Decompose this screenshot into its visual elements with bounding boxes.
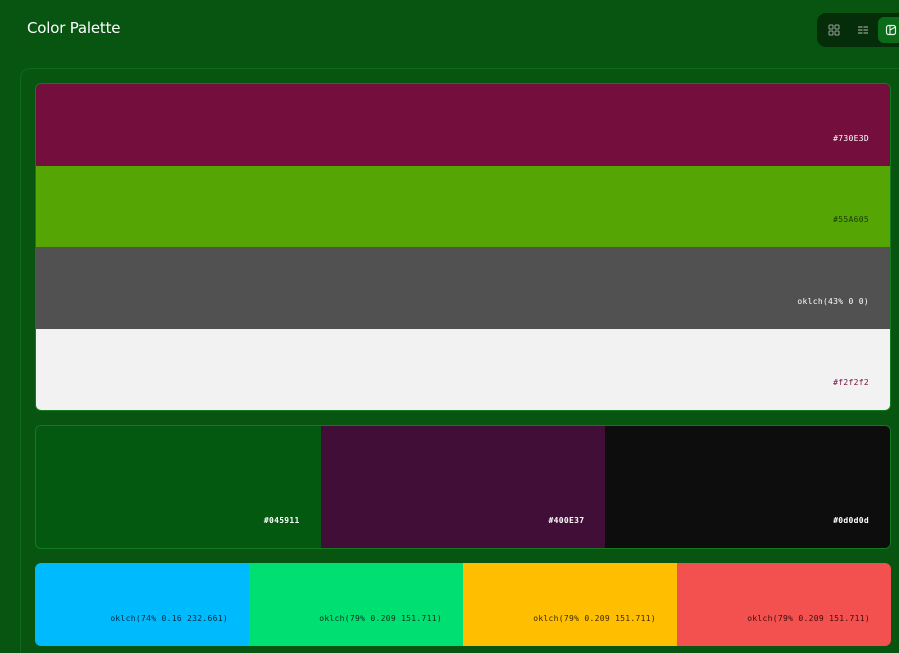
swatch-label: #f2f2f2 [833, 378, 869, 387]
palette-view-button[interactable] [878, 17, 899, 43]
swatch-label: oklch(43% 0 0) [797, 296, 869, 306]
palette-vertical: #730E3D #55A605 oklch(43% 0 0) #f2f2f2 [35, 83, 891, 411]
list-icon [857, 26, 868, 34]
swatch-label: #55A605 [833, 215, 869, 224]
color-swatch[interactable]: #400E37 [320, 426, 606, 548]
swatch-label: #0d0d0d [833, 516, 870, 525]
list-view-button[interactable] [850, 17, 876, 43]
color-swatch[interactable]: oklch(74% 0.16 232.661) [35, 563, 249, 646]
swatch-label: oklch(79% 0.209 151.711) [747, 614, 870, 623]
swatch-label: #400E37 [548, 516, 585, 525]
color-swatch[interactable]: oklch(79% 0.209 151.711) [677, 563, 891, 646]
view-switcher [817, 13, 899, 47]
color-swatch[interactable]: #0d0d0d [605, 426, 890, 548]
palette-horizontal: #045911 #400E37 #0d0d0d [35, 425, 891, 549]
grid-icon [828, 24, 840, 36]
swatch-label: oklch(74% 0.16 232.661) [110, 614, 228, 623]
color-swatch[interactable]: oklch(43% 0 0) [36, 247, 890, 329]
palette-icon [886, 24, 897, 36]
page: Color Palette #730E3D #55A605 oklch(43% … [0, 0, 899, 653]
page-title: Color Palette [27, 19, 121, 37]
grid-view-button[interactable] [821, 17, 847, 43]
swatch-label: oklch(79% 0.209 151.711) [533, 614, 656, 623]
color-swatch[interactable]: #045911 [36, 426, 321, 548]
color-swatch[interactable]: oklch(79% 0.209 151.711) [249, 563, 463, 646]
color-swatch[interactable]: oklch(79% 0.209 151.711) [463, 563, 677, 646]
swatch-label: oklch(79% 0.209 151.711) [319, 614, 442, 623]
color-swatch[interactable]: #55A605 [36, 165, 890, 247]
color-swatch[interactable]: #730E3D [36, 84, 890, 166]
swatch-label: #045911 [263, 516, 300, 525]
palette-bright: oklch(74% 0.16 232.661) oklch(79% 0.209 … [35, 563, 891, 646]
swatch-label: #730E3D [833, 133, 869, 143]
color-swatch[interactable]: #f2f2f2 [36, 328, 890, 410]
